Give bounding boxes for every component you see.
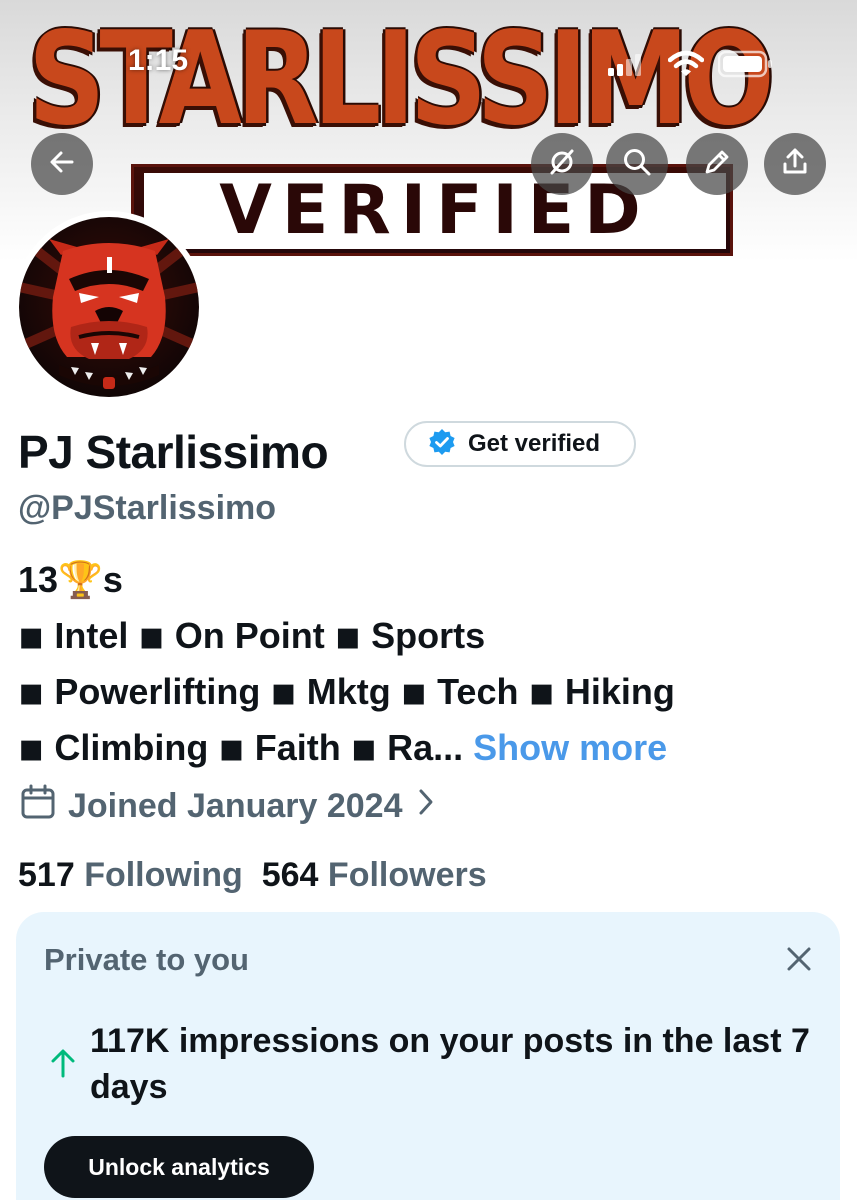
- card-title: Private to you: [44, 942, 249, 977]
- edit-button[interactable]: [686, 133, 748, 195]
- joined-date-row[interactable]: Joined January 2024: [20, 782, 435, 830]
- get-verified-button[interactable]: Get verified: [404, 421, 636, 467]
- back-button[interactable]: [31, 133, 93, 195]
- close-icon: [786, 947, 812, 976]
- private-analytics-card: Private to you 117K impressions on your …: [16, 912, 840, 1200]
- bio-line: ◾ Intel ◾ On Point ◾ Sports: [18, 615, 486, 656]
- profile-avatar[interactable]: [13, 211, 205, 403]
- edit-pencil-icon: [701, 146, 733, 183]
- chevron-right-icon: [417, 787, 435, 826]
- unlock-analytics-button[interactable]: Unlock analytics: [44, 1136, 314, 1198]
- grok-icon: [546, 146, 578, 183]
- cellular-signal-icon: [608, 54, 644, 81]
- following-label: Following: [84, 856, 243, 894]
- get-verified-label: Get verified: [468, 430, 601, 457]
- status-icons: [608, 46, 778, 78]
- share-button[interactable]: [764, 133, 826, 195]
- following-link[interactable]: 517 Following: [18, 856, 243, 894]
- followers-count: 564: [261, 856, 319, 894]
- profile-handle: @PJStarlissimo: [18, 489, 277, 527]
- show-more-link[interactable]: Show more: [473, 727, 667, 768]
- grok-button[interactable]: [531, 133, 593, 195]
- bulldog-logo-image: [19, 217, 199, 397]
- followers-label: Followers: [327, 856, 487, 894]
- search-icon: [621, 146, 653, 183]
- wifi-icon: [667, 50, 705, 83]
- bio-line: ◾ Climbing ◾ Faith ◾ Ra...: [18, 727, 474, 768]
- bio-line: 13🏆s: [18, 559, 123, 600]
- back-arrow-icon: [47, 147, 77, 182]
- close-button[interactable]: [786, 946, 812, 977]
- followers-link[interactable]: 564 Followers: [262, 856, 487, 894]
- bio-line-with-show-more: ◾ Climbing ◾ Faith ◾ Ra... Show more: [18, 724, 667, 772]
- following-count: 517: [18, 856, 75, 894]
- trend-up-arrow-icon: [50, 1048, 76, 1083]
- banner-title: STARLISSIMO: [28, 5, 775, 154]
- joined-date: Joined January 2024: [68, 786, 403, 825]
- search-button[interactable]: [606, 133, 668, 195]
- share-icon: [779, 146, 811, 183]
- status-time: 1:15: [128, 44, 189, 77]
- calendar-icon: [20, 784, 56, 829]
- verified-badge-icon: [428, 428, 456, 461]
- bio-line: ◾ Powerlifting ◾ Mktg ◾ Tech ◾ Hiking: [18, 671, 675, 712]
- display-name: PJ Starlissimo: [18, 426, 329, 478]
- battery-icon: [717, 50, 774, 83]
- impressions-headline: 117K impressions on your posts in the la…: [90, 1022, 810, 1106]
- follow-stats: 517 Following 564 Followers: [18, 852, 487, 898]
